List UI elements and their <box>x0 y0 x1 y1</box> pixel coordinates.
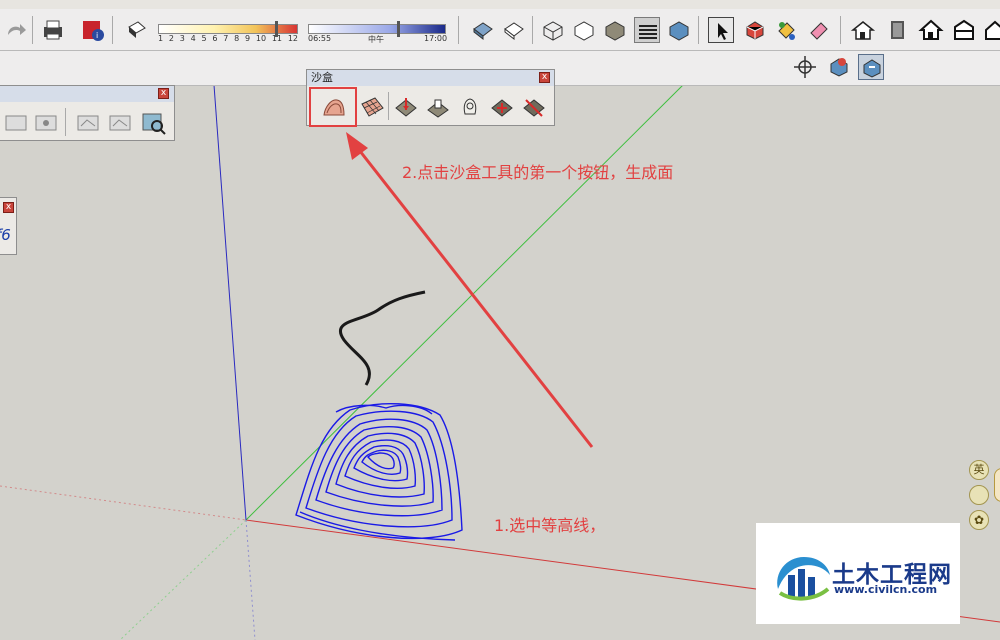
smoove-icon[interactable] <box>393 94 419 120</box>
month-label: 5 <box>201 34 207 43</box>
hidden-line-style-icon[interactable] <box>571 17 597 43</box>
logo-emblem-icon <box>777 557 830 601</box>
red-axis-negative <box>0 485 247 521</box>
left-panel-title[interactable] <box>0 86 174 102</box>
left-small-panel[interactable]: x f6 <box>0 197 17 255</box>
annotation-step2: 2.点击沙盒工具的第一个按钮，生成面 <box>402 163 674 182</box>
ime-side-tab[interactable] <box>994 468 1000 502</box>
month-label: 12 <box>287 34 298 43</box>
small-panel-close-button[interactable]: x <box>3 202 14 213</box>
sandbox-panel-title[interactable]: 沙盒 <box>307 70 554 86</box>
month-slider-thumb[interactable] <box>275 21 278 37</box>
month-label: 3 <box>179 34 185 43</box>
back-edges-style-icon[interactable] <box>501 17 527 43</box>
time-start-label: 06:55 <box>308 34 332 43</box>
orbit-icon[interactable] <box>792 54 818 80</box>
right-view-icon[interactable] <box>951 17 977 43</box>
print-icon[interactable] <box>40 17 66 43</box>
select-tool-icon[interactable] <box>708 17 734 43</box>
flip-edge-icon[interactable] <box>521 94 547 120</box>
separator <box>532 16 533 44</box>
toolbar-row-shadows: i 1 2 3 4 5 6 7 8 9 10 11 12 06:55 中午 17… <box>0 10 1000 51</box>
eraser-icon[interactable] <box>806 17 832 43</box>
sandbox-close-button[interactable]: x <box>539 72 550 83</box>
month-label: 8 <box>234 34 240 43</box>
month-label: 9 <box>245 34 251 43</box>
shaded-style-icon[interactable] <box>602 17 628 43</box>
green-axis-negative <box>119 519 247 640</box>
ime-butterfly-icon[interactable]: ✿ <box>969 510 989 530</box>
separator <box>112 16 113 44</box>
toolbar-top-cutoff-icons <box>0 0 1000 9</box>
left-panel-close-button[interactable]: x <box>158 88 169 99</box>
green-axis <box>245 84 684 521</box>
time-end-label: 17:00 <box>424 34 448 43</box>
zoom-scene-icon[interactable] <box>141 110 167 136</box>
monochrome-style-icon[interactable] <box>666 17 692 43</box>
view-icon-2[interactable] <box>33 110 59 136</box>
from-contours-icon <box>321 95 347 121</box>
separator <box>388 92 389 120</box>
add-detail-icon[interactable] <box>489 94 515 120</box>
view-icon-4[interactable] <box>107 110 133 136</box>
xray-style-icon[interactable] <box>470 17 496 43</box>
black-curve[interactable] <box>339 290 426 386</box>
separator <box>840 16 841 44</box>
month-label: 10 <box>255 34 267 43</box>
month-label: 4 <box>190 34 196 43</box>
month-label: 1 <box>158 34 164 43</box>
watermark-url: www.civilcn.com <box>834 583 938 596</box>
stamp-icon[interactable] <box>425 94 451 120</box>
separator <box>458 16 459 44</box>
shaded-textures-style-icon[interactable] <box>634 17 660 43</box>
sandbox-toolbar-panel[interactable]: 沙盒 x <box>306 69 555 127</box>
ime-lang-label: 英 <box>973 463 985 476</box>
time-slider[interactable] <box>308 24 446 34</box>
blue-axis-negative <box>245 519 256 640</box>
svg-text:i: i <box>96 31 98 40</box>
month-label: 7 <box>223 34 229 43</box>
drape-icon[interactable] <box>457 94 483 120</box>
watermark-logo: 土木工程网 www.civilcn.com <box>756 523 960 624</box>
blue-axis <box>213 84 247 521</box>
separator <box>32 16 33 44</box>
small-panel-text: f6 <box>0 226 11 244</box>
front-view-icon[interactable] <box>918 17 944 43</box>
separator <box>65 108 66 136</box>
ime-lang-icon[interactable]: 英 <box>969 460 989 480</box>
annotation-step1: 1.选中等高线， <box>494 516 606 535</box>
shadow-settings-icon[interactable] <box>124 17 150 43</box>
time-slider-thumb[interactable] <box>397 21 400 37</box>
wireframe-style-icon[interactable] <box>540 17 566 43</box>
separator <box>698 16 699 44</box>
left-toolbar-panel[interactable]: x <box>0 85 175 141</box>
redo-icon[interactable] <box>2 17 28 43</box>
month-label: 6 <box>212 34 218 43</box>
back-view-icon[interactable] <box>982 17 1000 43</box>
time-mid-label: 中午 <box>368 35 384 44</box>
ime-moon-icon[interactable] <box>969 485 989 505</box>
from-scratch-icon[interactable] <box>359 94 385 120</box>
view-icon-3[interactable] <box>75 110 101 136</box>
contour-lines[interactable] <box>295 402 463 541</box>
model-info-icon[interactable]: i <box>80 17 106 43</box>
from-contours-button[interactable] <box>309 87 357 127</box>
paint-bucket-icon[interactable] <box>773 17 799 43</box>
section-plane-icon[interactable] <box>826 54 852 80</box>
month-label: 2 <box>168 34 174 43</box>
make-component-icon[interactable] <box>742 17 768 43</box>
view-icon-1[interactable] <box>3 110 29 136</box>
top-view-icon[interactable] <box>885 17 911 43</box>
iso-view-icon[interactable] <box>850 17 876 43</box>
section-display-icon[interactable] <box>858 54 884 80</box>
